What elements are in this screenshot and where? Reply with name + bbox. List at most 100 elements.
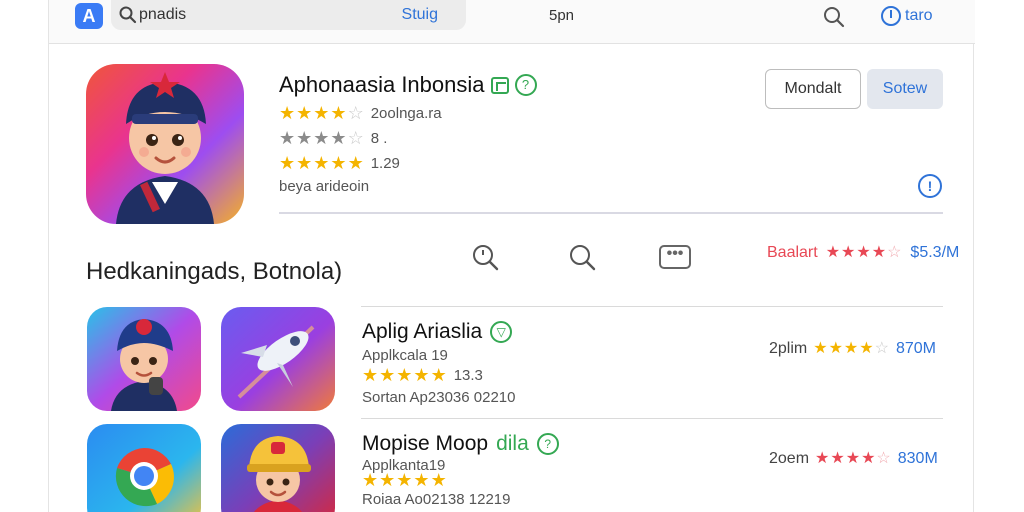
verified-icon: ? <box>536 433 559 455</box>
list-item-title: Aplig Ariaslia <box>362 320 483 343</box>
rating-row: ★★★★★ 1.29 <box>279 154 400 172</box>
rating-row: ★★★★★ <box>362 471 448 489</box>
search-icon[interactable] <box>821 4 847 30</box>
star-icon: ★ <box>813 340 829 357</box>
secondary-button[interactable]: Mondalt <box>765 69 861 109</box>
star-icon: ★ <box>330 153 348 173</box>
star-icon: ★ <box>413 365 431 385</box>
search-input[interactable]: pnadis <box>139 6 186 24</box>
verified-icon: ▽ <box>490 321 513 343</box>
account-label: taro <box>905 7 933 24</box>
star-icon: ★ <box>330 103 348 123</box>
star-icon: ★ <box>330 128 348 148</box>
star-icon: ★ <box>825 244 842 261</box>
list-item-title: Mopise Moop <box>362 432 489 455</box>
star-icon: ★ <box>828 340 844 357</box>
list-item-title-suffix: dila <box>496 432 529 455</box>
section-meta-size: $5.3/M <box>910 244 960 261</box>
featured-app-icon[interactable] <box>86 64 244 224</box>
section-meta-label: Baalart <box>767 244 818 261</box>
star-rating: ★★★★★ <box>362 366 448 384</box>
star-rating: ★★★★☆ <box>813 341 890 357</box>
star-icon: ★ <box>396 470 414 490</box>
star-icon: ★ <box>830 450 846 467</box>
divider <box>361 418 943 419</box>
editors-choice-icon <box>490 76 509 94</box>
list-item-meta-label: 2oem <box>769 450 810 467</box>
star-icon: ★ <box>379 470 397 490</box>
search-action-link[interactable]: Stuig <box>402 6 438 24</box>
rating-text: 1.29 <box>370 154 400 172</box>
featured-app-title-row[interactable]: Aphonaasia Inbonsia ? <box>279 72 537 98</box>
star-icon: ★ <box>296 103 314 123</box>
star-icon: ★ <box>815 450 831 467</box>
section-title: Hedkaningads, Botnola) <box>86 258 343 285</box>
star-icon: ★ <box>843 340 860 357</box>
star-rating: ★★★★★ <box>362 471 448 489</box>
rating-row: ★★★★☆ 2oolnga.ra <box>279 104 442 122</box>
list-item-size: 830M <box>897 450 938 467</box>
clock-icon <box>881 6 901 26</box>
app-tile-icon[interactable] <box>221 424 335 512</box>
rating-value: 13.3 <box>453 366 483 384</box>
star-icon: ★ <box>856 244 872 261</box>
star-icon: ★ <box>845 450 862 467</box>
star-icon: ★ <box>313 153 331 173</box>
star-icon: ★ <box>296 153 314 173</box>
star-icon: ★ <box>430 365 448 385</box>
list-item-title-row[interactable]: Mopise Moop dila ? <box>362 432 559 456</box>
app-tile-icon[interactable] <box>87 307 201 411</box>
app-store-window: A pnadis Stuig 5pn taro Aphonaasia Inbon… <box>48 0 975 512</box>
star-icon: ★ <box>362 365 380 385</box>
top-center-label: 5pn <box>549 7 575 24</box>
app-store-logo[interactable]: A <box>75 3 103 29</box>
more-options-icon[interactable]: ••• <box>659 245 691 269</box>
list-item-category: Applkcala 19 <box>362 347 448 364</box>
divider <box>279 212 943 214</box>
star-icon: ★ <box>430 470 448 490</box>
info-icon[interactable]: ! <box>918 174 942 198</box>
star-rating: ★★★★★ <box>279 154 365 172</box>
list-item-title-row[interactable]: Aplig Ariaslia ▽ <box>362 320 513 344</box>
verified-icon: ? <box>514 74 537 96</box>
list-item-meta: 2oem ★★★★☆ 830M <box>769 450 938 468</box>
star-rating: ★★★★☆ <box>815 451 892 467</box>
list-item-size: 870M <box>895 340 936 357</box>
app-tile-icon[interactable] <box>87 424 201 512</box>
star-icon: ★ <box>313 103 331 123</box>
star-icon: ★ <box>296 128 314 148</box>
search-bar[interactable]: pnadis Stuig <box>111 0 466 30</box>
star-icon: ★ <box>413 470 431 490</box>
divider <box>361 306 943 307</box>
star-icon: ★ <box>279 103 297 123</box>
featured-app-title: Aphonaasia Inbonsia <box>279 72 485 97</box>
zoom-icon[interactable] <box>470 242 500 272</box>
star-icon: ☆ <box>887 244 903 261</box>
account-button[interactable]: taro <box>881 4 933 28</box>
star-icon: ★ <box>362 470 380 490</box>
featured-app-subtitle: beya arideoin <box>279 178 370 195</box>
rating-text: 8 . <box>370 129 388 147</box>
star-icon: ★ <box>379 365 397 385</box>
search-icon <box>119 6 137 24</box>
star-icon: ★ <box>313 128 331 148</box>
star-rating: ★★★★☆ <box>279 104 365 122</box>
star-rating: ★★★★☆ <box>279 129 365 147</box>
star-icon: ☆ <box>876 450 892 467</box>
get-button[interactable]: Sotew <box>867 69 943 109</box>
top-bar: A pnadis Stuig 5pn taro <box>49 0 975 44</box>
star-icon: ☆ <box>347 103 365 123</box>
rating-row: ★★★★★ 13.3 <box>362 366 483 384</box>
list-item-meta-label: 2plim <box>769 340 808 357</box>
star-icon: ☆ <box>347 128 365 148</box>
star-icon: ★ <box>396 365 414 385</box>
star-icon: ★ <box>279 153 297 173</box>
list-item-detail: Sortan Ap23036 02210 <box>362 389 516 406</box>
app-tile-icon[interactable] <box>221 307 335 411</box>
star-icon: ★ <box>861 450 877 467</box>
search-icon[interactable] <box>567 242 597 272</box>
list-item-meta: 2plim ★★★★☆ 870M <box>769 340 936 358</box>
star-icon: ☆ <box>874 340 890 357</box>
star-icon: ★ <box>279 128 297 148</box>
star-icon: ★ <box>347 153 365 173</box>
